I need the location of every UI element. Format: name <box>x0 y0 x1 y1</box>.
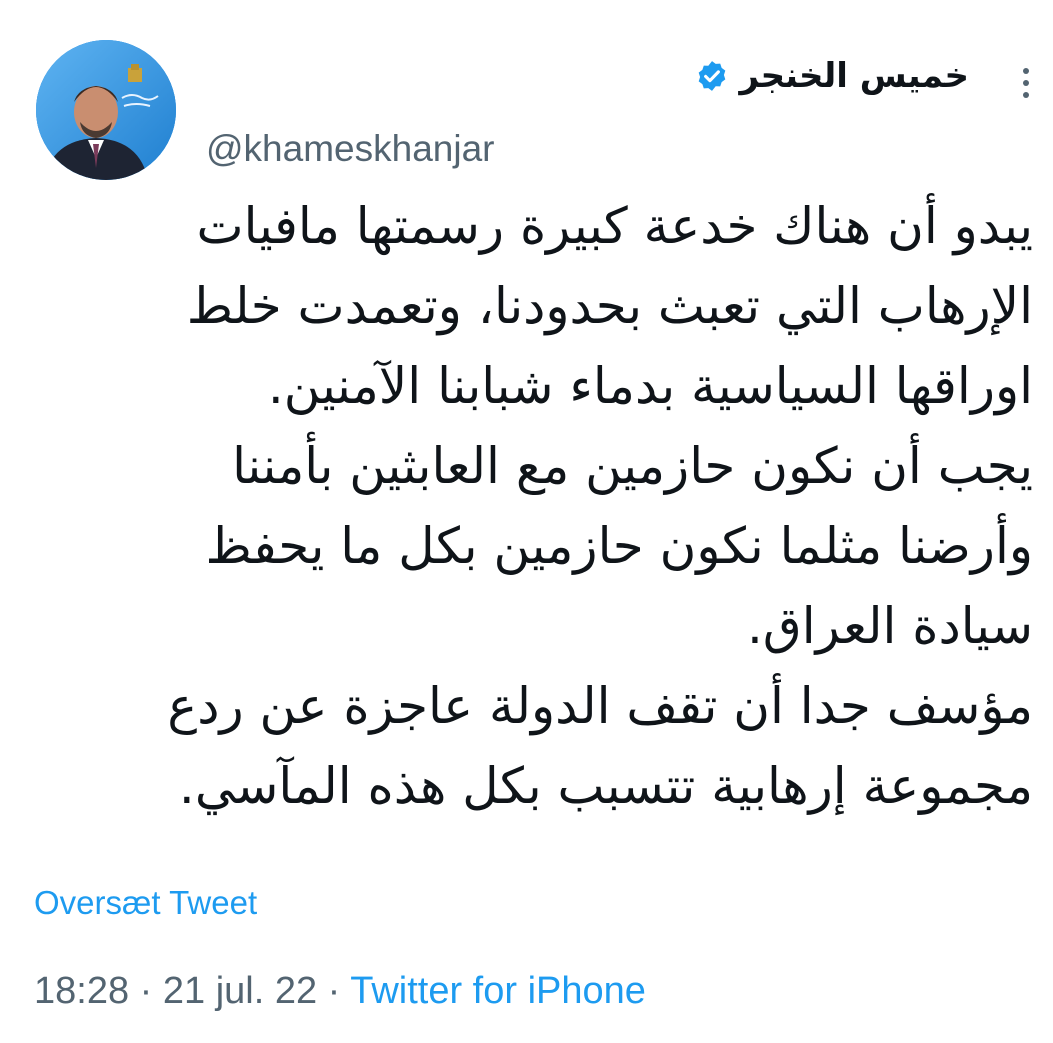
more-options-icon[interactable] <box>1021 66 1031 100</box>
tweet-source-link[interactable]: Twitter for iPhone <box>350 970 646 1012</box>
tweet-line: مؤسف جدا أن تقف الدولة عاجزة عن ردع <box>167 677 1033 735</box>
tweet-line: سيادة العراق. <box>747 597 1033 655</box>
translate-tweet-link[interactable]: Oversæt Tweet <box>34 884 257 922</box>
avatar-photo <box>36 40 176 180</box>
author-info: خميس الخنجر <box>269 52 969 100</box>
tweet-line: يبدو أن هناك خدعة كبيرة رسمتها مافيات <box>196 197 1033 255</box>
tweet-date[interactable]: 21 jul. 22 <box>163 970 317 1012</box>
tweet-metadata: 18:28 · 21 jul. 22 · Twitter for iPhone <box>34 970 646 1013</box>
tweet-line: اوراقها السياسية بدماء شبابنا الآمنين. <box>267 357 1033 415</box>
avatar[interactable] <box>36 40 176 180</box>
tweet-time[interactable]: 18:28 <box>34 970 129 1012</box>
tweet-line: يجب أن نكون حازمين مع العابثين بأمننا <box>232 437 1033 495</box>
separator-dot: · <box>327 970 341 1012</box>
separator-dot: · <box>139 970 153 1012</box>
tweet-text: يبدو أن هناك خدعة كبيرة رسمتها مافيات ال… <box>30 186 1033 826</box>
tweet-card: خميس الخنجر @khameskhanjar يبدو أن هناك … <box>0 0 1053 1043</box>
tweet-line: الإرهاب التي تعبث بحدودنا، وتعمدت خلط <box>186 277 1033 335</box>
tweet-line: مجموعة إرهابية تتسبب بكل هذه المآسي. <box>178 757 1033 815</box>
username-handle[interactable]: @khameskhanjar <box>206 128 494 169</box>
tweet-line: وأرضنا مثلما نكون حازمين بكل ما يحفظ <box>205 517 1033 575</box>
verified-badge-icon <box>699 61 726 91</box>
display-name[interactable]: خميس الخنجر <box>739 56 969 96</box>
